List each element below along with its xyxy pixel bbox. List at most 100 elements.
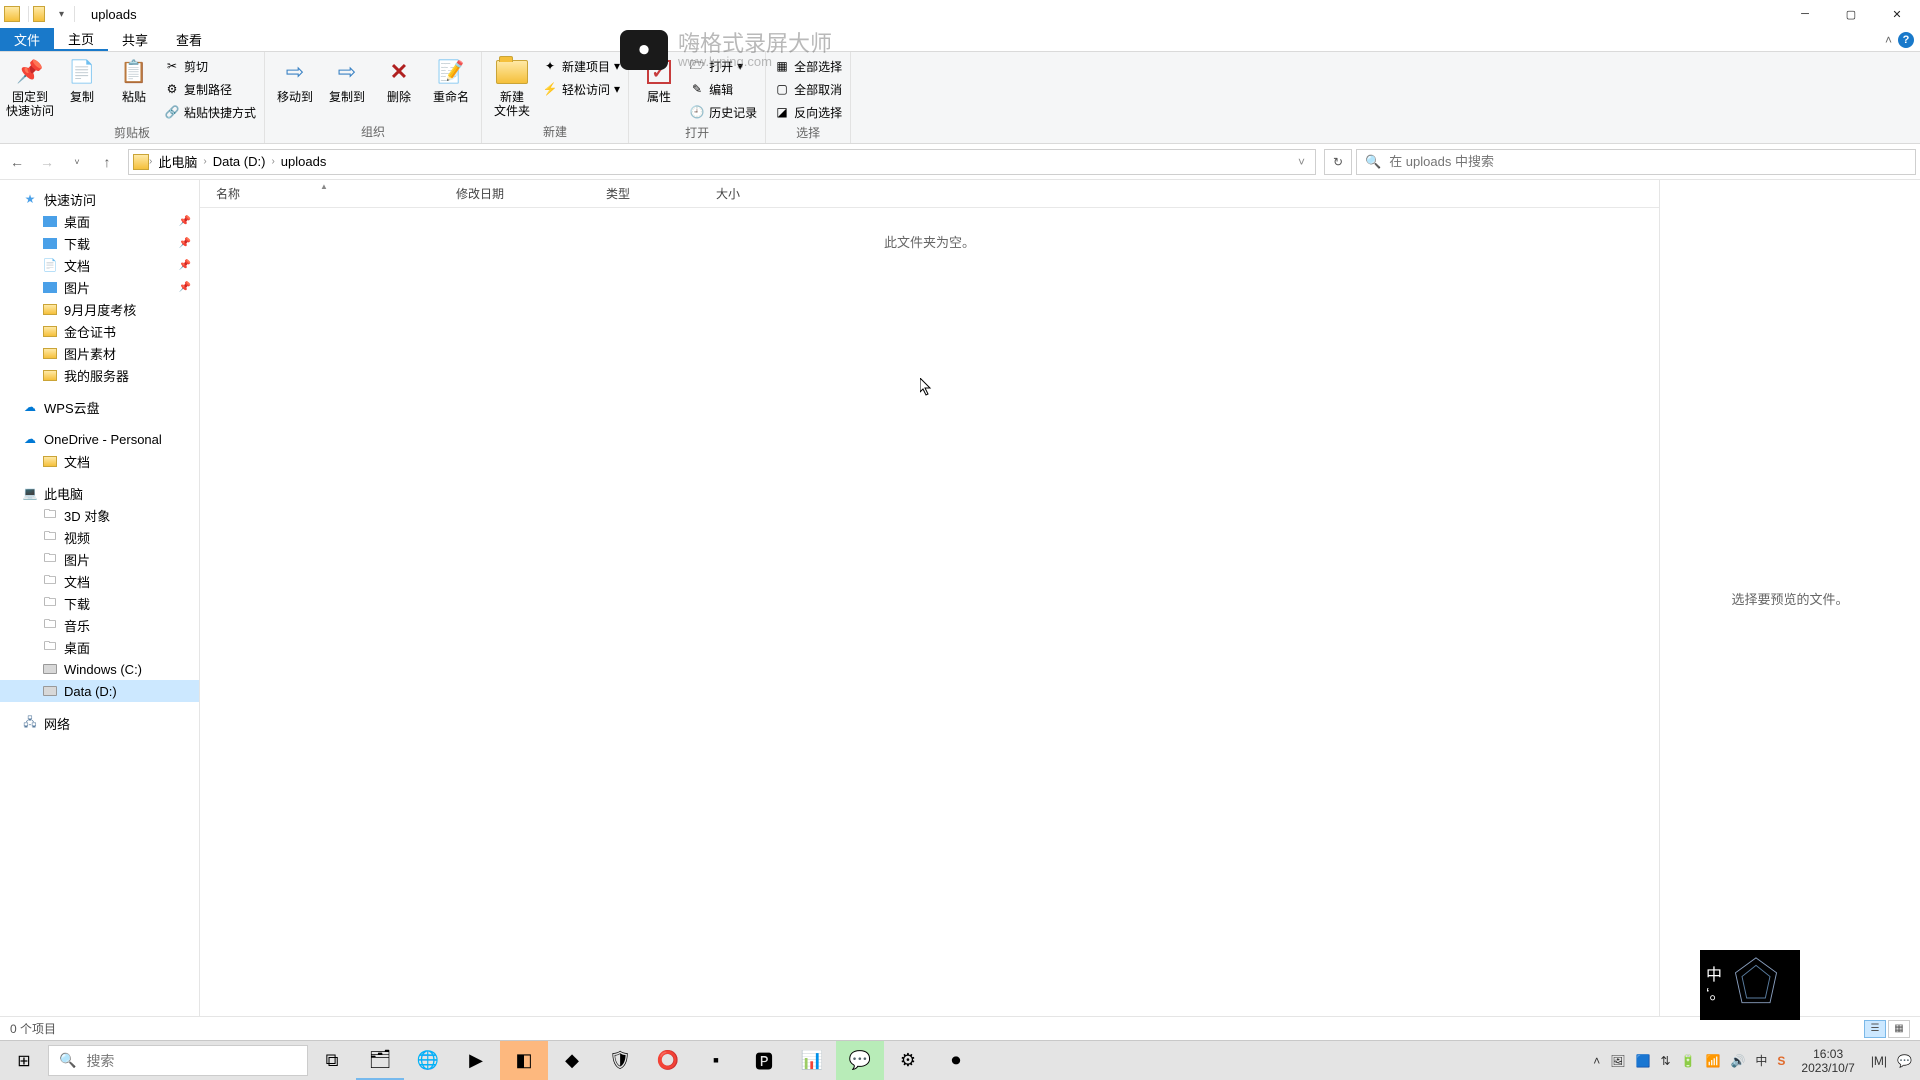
tray-icon[interactable]: 🖼	[1610, 1054, 1625, 1068]
sidebar-item[interactable]: 🗀桌面	[0, 636, 199, 658]
search-input[interactable]	[1389, 154, 1907, 169]
sidebar-item[interactable]: 🗀视频	[0, 526, 199, 548]
taskbar-item[interactable]: ⭕	[644, 1041, 692, 1080]
sidebar-item-onedrive[interactable]: ☁OneDrive - Personal	[0, 428, 199, 450]
nav-recent-button[interactable]: ˅	[64, 149, 90, 175]
sidebar-item-quick-access[interactable]: ★快速访问	[0, 188, 199, 210]
copy-to-button[interactable]: ⇨复制到	[323, 54, 371, 104]
sidebar-item[interactable]: 图片素材	[0, 342, 199, 364]
sidebar-item[interactable]: 🗀3D 对象	[0, 504, 199, 526]
column-type[interactable]: 类型	[590, 185, 700, 202]
tab-share[interactable]: 共享	[108, 28, 162, 51]
tray-icon[interactable]: S	[1777, 1054, 1785, 1068]
refresh-button[interactable]: ↻	[1324, 149, 1352, 175]
search-box[interactable]: 🔍	[1356, 149, 1916, 175]
address-dropdown[interactable]: ˅	[1292, 155, 1311, 169]
column-size[interactable]: 大小	[700, 185, 780, 202]
tray-icon[interactable]: 🟦	[1636, 1054, 1651, 1068]
history-button[interactable]: 🕘历史记录	[687, 102, 759, 122]
sidebar-item[interactable]: 我的服务器	[0, 364, 199, 386]
close-button[interactable]: ✕	[1874, 0, 1920, 28]
ribbon-collapse-icon[interactable]: ˄	[1885, 33, 1892, 47]
help-icon[interactable]: ?	[1898, 32, 1914, 48]
navigation-pane[interactable]: ★快速访问 桌面📌下载📌📄文档📌图片📌9月月度考核金仓证书图片素材我的服务器 ☁…	[0, 180, 200, 1016]
new-folder-button[interactable]: 新建 文件夹	[488, 54, 536, 118]
breadcrumb[interactable]: uploads	[275, 154, 333, 169]
qat-dropdown[interactable]: ▾	[53, 9, 70, 20]
sidebar-item[interactable]: 图片📌	[0, 276, 199, 298]
taskbar-item[interactable]: 🛡	[596, 1041, 644, 1080]
sidebar-item[interactable]: 文档	[0, 450, 199, 472]
move-to-button[interactable]: ⇨移动到	[271, 54, 319, 104]
invert-selection-button[interactable]: ◪反向选择	[772, 102, 844, 122]
tray-wifi-icon[interactable]: 📶	[1705, 1054, 1720, 1068]
tab-file[interactable]: 文件	[0, 28, 54, 51]
taskbar-item[interactable]: ⚙	[884, 1041, 932, 1080]
taskbar-item[interactable]: 🅿	[740, 1041, 788, 1080]
sidebar-item-this-pc[interactable]: 💻此电脑	[0, 482, 199, 504]
taskbar-item-edge[interactable]: 🌐	[404, 1041, 452, 1080]
qat-item[interactable]	[33, 6, 49, 22]
select-none-button[interactable]: ▢全部取消	[772, 79, 844, 99]
copy-button[interactable]: 📄 复制	[58, 54, 106, 104]
select-all-button[interactable]: ▦全部选择	[772, 56, 844, 76]
start-button[interactable]: ⊞	[0, 1041, 48, 1080]
taskbar-clock[interactable]: 16:03 2023/10/7	[1795, 1047, 1860, 1075]
taskbar-item[interactable]: ▪	[692, 1041, 740, 1080]
notifications-icon[interactable]: 💬	[1897, 1054, 1912, 1068]
rename-button[interactable]: 📝重命名	[427, 54, 475, 104]
new-item-button[interactable]: ✦新建项目 ▾	[540, 56, 622, 76]
sidebar-item-network[interactable]: 🖧网络	[0, 712, 199, 734]
breadcrumb[interactable]: 此电脑	[152, 152, 203, 171]
column-name[interactable]: 名称▲	[200, 185, 440, 202]
tray-battery-icon[interactable]: 🔋	[1681, 1054, 1696, 1068]
open-button[interactable]: 🗁打开 ▾	[687, 56, 759, 76]
nav-up-button[interactable]: ↑	[94, 149, 120, 175]
sidebar-item[interactable]: 桌面📌	[0, 210, 199, 232]
breadcrumb[interactable]: Data (D:)	[207, 154, 272, 169]
view-details-button[interactable]: ☰	[1864, 1020, 1886, 1038]
sidebar-item[interactable]: 下载📌	[0, 232, 199, 254]
sidebar-item[interactable]: Data (D:)	[0, 680, 199, 702]
tray-ime-icon[interactable]: 中	[1755, 1052, 1767, 1069]
taskbar-search[interactable]: 🔍搜索	[48, 1045, 308, 1076]
tray-icon[interactable]: |M|	[1871, 1054, 1887, 1068]
pin-quick-access-button[interactable]: 📌 固定到 快速访问	[6, 54, 54, 118]
paste-button[interactable]: 📋 粘贴	[110, 54, 158, 104]
column-date[interactable]: 修改日期	[440, 185, 590, 202]
address-bar[interactable]: › 此电脑 › Data (D:) › uploads ˅	[128, 149, 1316, 175]
sidebar-item[interactable]: Windows (C:)	[0, 658, 199, 680]
sidebar-item-wps[interactable]: ☁WPS云盘	[0, 396, 199, 418]
taskbar-item[interactable]: ◆	[548, 1041, 596, 1080]
paste-shortcut-button[interactable]: 🔗粘贴快捷方式	[162, 102, 258, 122]
taskbar-item[interactable]: ▶	[452, 1041, 500, 1080]
tray-chevron-icon[interactable]: ˄	[1593, 1054, 1600, 1068]
taskbar-item[interactable]: ◧	[500, 1041, 548, 1080]
tab-home[interactable]: 主页	[54, 28, 108, 51]
tray-icon[interactable]: ⇅	[1660, 1054, 1670, 1068]
taskbar-item[interactable]: ⏺	[932, 1041, 980, 1080]
taskbar-item[interactable]: 💬	[836, 1041, 884, 1080]
easy-access-button[interactable]: ⚡轻松访问 ▾	[540, 79, 622, 99]
properties-button[interactable]: ✓属性	[635, 54, 683, 104]
sidebar-item[interactable]: 金仓证书	[0, 320, 199, 342]
maximize-button[interactable]: ▢	[1828, 0, 1874, 28]
taskbar-item[interactable]: 📊	[788, 1041, 836, 1080]
view-icons-button[interactable]: ▦	[1888, 1020, 1910, 1038]
sidebar-item[interactable]: 9月月度考核	[0, 298, 199, 320]
tray-volume-icon[interactable]: 🔊	[1730, 1054, 1745, 1068]
sidebar-item[interactable]: 🗀文档	[0, 570, 199, 592]
sidebar-item[interactable]: 🗀图片	[0, 548, 199, 570]
minimize-button[interactable]: ─	[1782, 0, 1828, 28]
edit-button[interactable]: ✎编辑	[687, 79, 759, 99]
tab-view[interactable]: 查看	[162, 28, 216, 51]
taskbar[interactable]: ⊞ 🔍搜索 ⧉ 🗂 🌐 ▶ ◧ ◆ 🛡 ⭕ ▪ 🅿 📊 💬 ⚙ ⏺ ˄ 🖼 🟦 …	[0, 1040, 1920, 1080]
sidebar-item[interactable]: 📄文档📌	[0, 254, 199, 276]
copy-path-button[interactable]: ⚙复制路径	[162, 79, 258, 99]
nav-forward-button[interactable]: →	[34, 149, 60, 175]
taskview-button[interactable]: ⧉	[308, 1041, 356, 1080]
file-list[interactable]: 名称▲ 修改日期 类型 大小 此文件夹为空。	[200, 180, 1660, 1016]
sidebar-item[interactable]: 🗀下载	[0, 592, 199, 614]
cut-button[interactable]: ✂剪切	[162, 56, 258, 76]
delete-button[interactable]: ✕删除	[375, 54, 423, 104]
